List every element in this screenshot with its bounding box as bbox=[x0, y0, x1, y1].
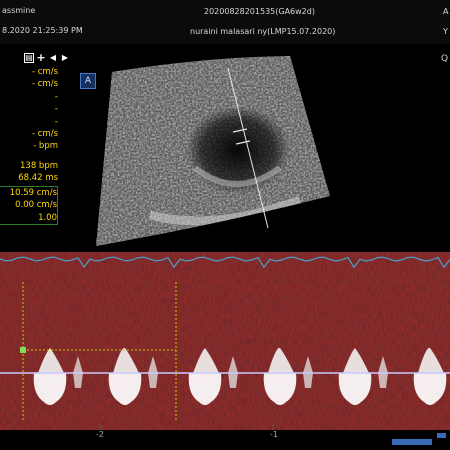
sector-scan bbox=[96, 56, 330, 246]
caliper-handle[interactable] bbox=[20, 347, 26, 353]
scale-bar bbox=[392, 439, 432, 445]
time-tick-label: -1 bbox=[270, 430, 278, 439]
spectral-doppler[interactable] bbox=[0, 252, 450, 430]
bmode-image bbox=[96, 56, 330, 246]
scale-indicator bbox=[437, 433, 446, 438]
time-tick-label: -2 bbox=[96, 430, 104, 439]
